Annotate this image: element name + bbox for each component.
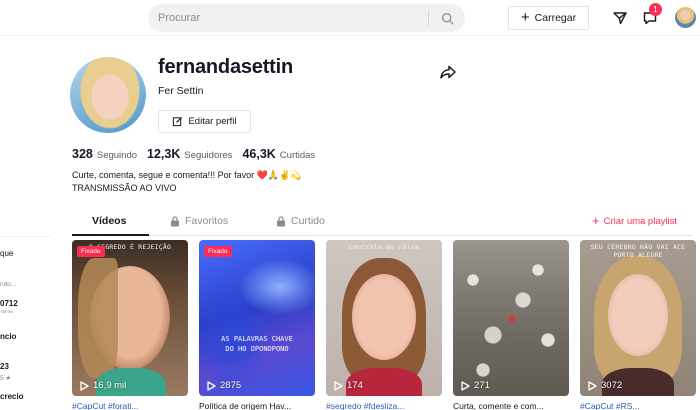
video-caption[interactable]: Curta, comente e com... [453,401,569,410]
profile-tabs: Vídeos Favoritos Curtido + Criar uma pla… [72,209,692,236]
plus-icon: + [592,213,600,228]
tab-favorites[interactable]: Favoritos [170,215,228,227]
stat-label: Seguindo [96,150,138,161]
stat-followers[interactable]: 12,3K Seguidores [147,147,232,161]
pinned-badge: Fixado [204,246,232,257]
inbox-button[interactable] [610,8,630,28]
create-playlist-label: Criar uma playlist [603,215,677,227]
search-box[interactable] [148,4,465,32]
notification-badge: 1 [649,3,662,16]
video-views: 3072 [588,380,622,391]
video-caption[interactable]: #CapCut #RS... [580,401,696,410]
sidebar-text: que [0,249,14,258]
video-card[interactable]: O SEGREDO É REJEIÇÃO Fixado 16,9 mil [72,240,188,396]
bio-line: TRANSMISSÃO AO VIVO [72,183,177,193]
view-count: 2875 [220,380,242,391]
edit-profile-button[interactable]: Editar perfil [158,110,251,133]
video-thumbnail [326,240,442,396]
search-input[interactable] [158,9,418,27]
video-views: 2875 [207,380,241,391]
profile-nickname: Fer Settin [158,85,204,97]
video-card[interactable]: SEU CÉREBRO NÃO VAI ACE PORTO ALEGRE 307… [580,240,696,396]
video-card[interactable]: 271 [453,240,569,396]
stat-likes: 46,3K Curtidas [242,147,315,161]
lock-icon [171,215,179,226]
view-count: 271 [474,380,490,391]
video-views: 16,9 mil [80,380,126,391]
plus-icon: + [520,9,530,26]
play-icon [334,380,343,391]
video-overlay-text: SEU CÉREBRO NÃO VAI ACE PORTO ALEGRE [590,243,686,259]
profile-bio: Curte, comenta, segue e comenta!!! Por f… [72,169,301,195]
send-icon [613,12,627,25]
video-caption[interactable]: #CapCut #forati... [72,401,188,410]
video-overlay-text: Controle de ráiva [349,243,419,251]
edit-icon [173,116,183,127]
lock-icon [277,215,285,226]
tab-label: Vídeos [92,215,127,227]
video-caption[interactable]: #segredo #fdesliza... [326,401,442,410]
stat-following[interactable]: 328 Seguindo [72,147,137,161]
sidebar-text: 5 ★ [0,375,12,382]
video-views: 174 [334,380,363,391]
view-count: 16,9 mil [93,380,127,391]
upload-button[interactable]: + Carregar [508,6,589,30]
profile-username: fernandasettin [158,56,294,78]
pinned-badge: Fixado [77,246,105,257]
create-playlist-button[interactable]: + Criar uma playlist [592,213,677,228]
tab-liked[interactable]: Curtido [276,215,325,227]
tab-videos[interactable]: Vídeos [92,215,126,227]
stat-value: 46,3K [242,147,276,161]
edit-profile-label: Editar perfil [188,116,237,127]
video-caption[interactable]: Política de origem Hav... [199,401,315,410]
video-card[interactable]: Fixado AS PALAVRAS CHAVE DO HO OPONOPONO… [199,240,315,396]
top-bar: + Carregar 1 [0,0,700,36]
play-icon [461,380,470,391]
stat-value: 12,3K [147,147,181,161]
share-button[interactable] [439,63,457,81]
video-thumbnail [199,240,315,396]
search-button[interactable] [429,4,465,32]
left-sidebar-fragment: que ndo... 0712 ™™ ncio 23 5 ★ crecio [0,236,50,410]
sidebar-text[interactable]: 0712 [0,299,18,308]
tab-label: Favoritos [185,215,229,227]
search-icon [441,12,453,24]
bio-line: Curte, comenta, segue e comenta!!! Por f… [72,170,302,180]
sidebar-text[interactable]: 23 [0,362,9,371]
profile-avatar [70,57,146,133]
video-views: 271 [461,380,490,391]
view-count: 3072 [601,380,623,391]
view-count: 174 [347,380,363,391]
stat-value: 328 [72,147,93,161]
sidebar-text[interactable]: crecio [0,392,24,401]
share-icon [440,65,456,79]
tab-label: Curtido [291,215,325,227]
user-avatar[interactable] [675,7,696,28]
play-icon [80,380,89,391]
stat-label: Seguidores [184,150,233,161]
active-tab-indicator [72,234,149,236]
video-card[interactable]: Controle de ráiva 174 [326,240,442,396]
stat-label: Curtidas [279,150,316,161]
video-thumbnail [453,240,569,396]
video-thumbnail [72,240,188,396]
sidebar-text: ndo... [0,281,17,288]
upload-label: Carregar [534,12,577,24]
play-icon [588,380,597,391]
profile-stats: 328 Seguindo 12,3K Seguidores 46,3K Curt… [72,147,315,161]
sidebar-text[interactable]: ncio [0,332,16,341]
sidebar-text: ™™ [0,310,13,317]
video-overlay-text: AS PALAVRAS CHAVE DO HO OPONOPONO [221,335,293,353]
video-thumbnail [580,240,696,396]
play-icon [207,380,216,391]
